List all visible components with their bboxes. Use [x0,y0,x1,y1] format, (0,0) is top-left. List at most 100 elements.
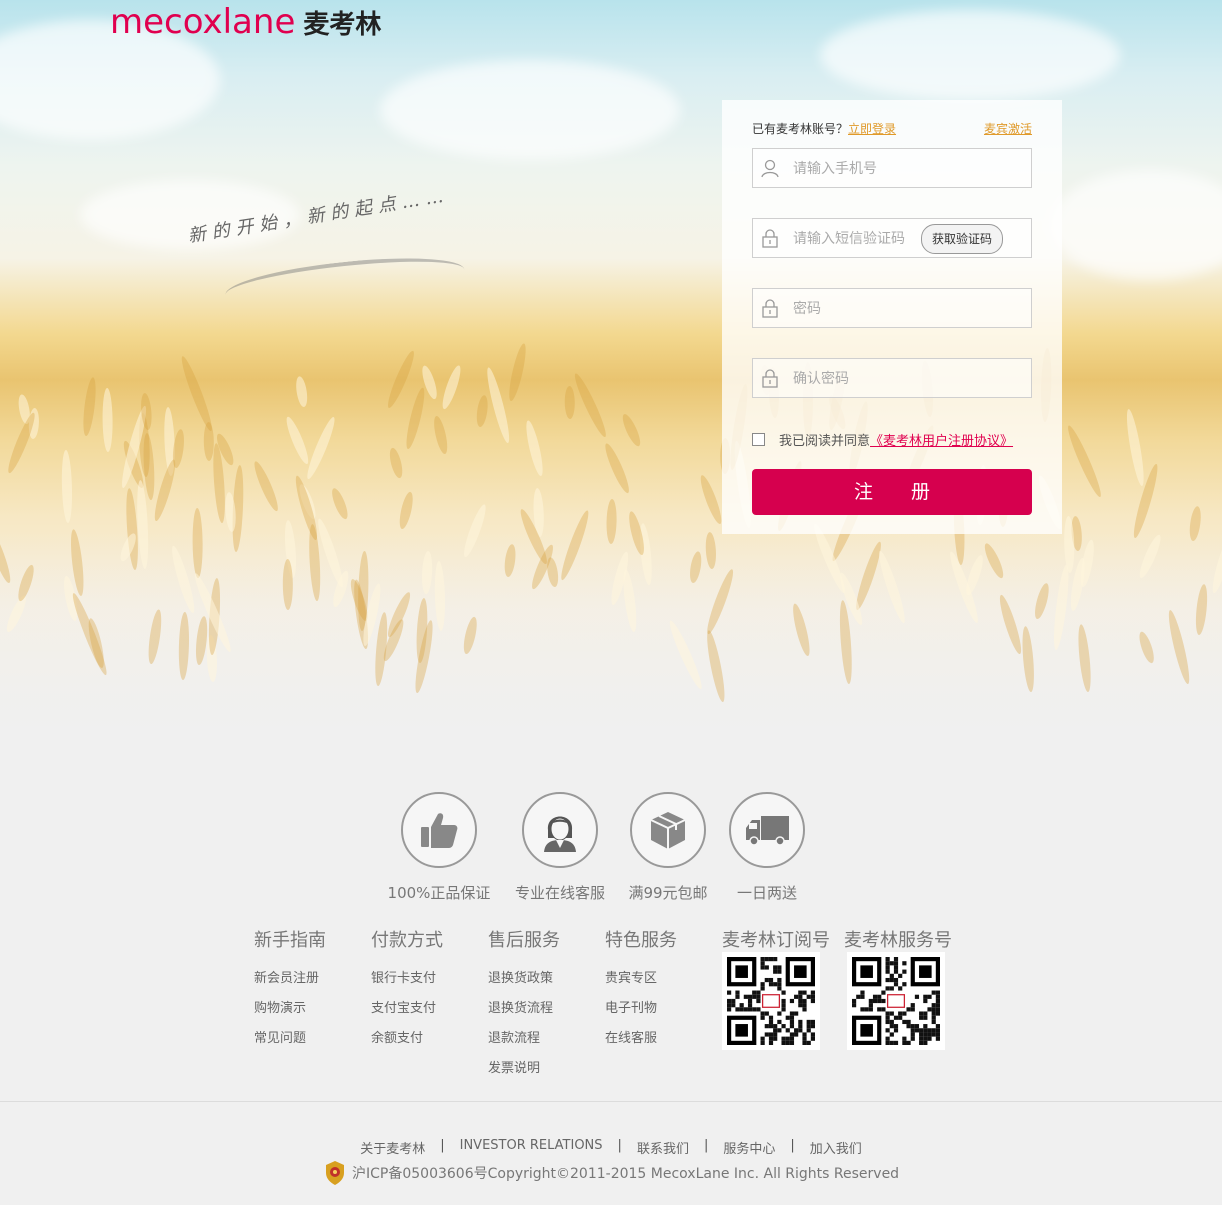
list-item[interactable]: 贵宾专区 [605,964,677,994]
wheat-stalk-decoration [619,412,644,449]
wheat-stalk-decoration [397,490,416,530]
sms-code-field[interactable]: 获取验证码 [752,218,1032,259]
login-link[interactable]: 立即登录 [848,122,896,136]
qr-code-icon [722,952,820,1050]
wheat-stalk-decoration [1209,531,1222,595]
wheat-stalk-decoration [283,414,312,466]
wheat-stalk-decoration [475,394,490,428]
user-icon [761,159,779,178]
footer-link-join[interactable]: 加入我们 [810,1138,862,1157]
list-item[interactable]: 退款流程 [488,1024,560,1054]
password-field[interactable] [752,288,1032,329]
wheat-stalk-decoration [1123,408,1147,487]
wheat-stalk-decoration [439,363,464,411]
wheat-stalk-decoration [564,385,575,420]
wheat-stalk-decoration [282,558,293,610]
copyright-row: 沪ICP备05003606号Copyright©2011-2015 MecoxL… [322,1160,899,1186]
list-item[interactable]: 在线客服 [605,1024,677,1054]
wheat-stalk-decoration [1076,623,1093,693]
footer-separator: | [617,1138,622,1153]
wheat-stalk-decoration [571,371,610,439]
password-input[interactable] [791,289,1025,329]
copyright-text: 沪ICP备05003606号Copyright©2011-2015 MecoxL… [352,1166,900,1182]
customer-service-icon [522,792,598,868]
confirm-password-input[interactable] [791,359,1025,399]
register-panel: 已有麦考林账号？立即登录 麦宾激活 获取验证码 [722,100,1062,534]
phone-field[interactable] [752,148,1032,189]
wheat-stalk-decoration [329,486,351,521]
wheat-stalk-decoration [192,507,203,579]
qr-title-service: 麦考林服务号 [844,930,952,951]
activate-link[interactable]: 麦宾激活 [984,120,1032,137]
wheat-stalk-decoration [178,611,190,681]
wheat-stalk-decoration [102,387,113,453]
agree-checkbox[interactable] [752,433,765,446]
wheat-stalk-decoration [60,449,73,524]
confirm-password-field[interactable] [752,358,1032,399]
list-item[interactable]: 购物演示 [254,994,326,1024]
wheat-stalk-decoration [177,354,216,433]
footer-link-service-center[interactable]: 服务中心 [723,1138,775,1157]
wheat-stalk-decoration [250,459,282,514]
footer-separator: | [703,1138,709,1153]
wheat-stalk-decoration [506,342,529,402]
logo-text-cn: 麦考林 [303,10,382,40]
wheat-stalk-decoration [1165,608,1193,686]
wheat-stalk-decoration [981,541,1007,581]
feature-label: 100%正品保证 [387,884,491,902]
list-item[interactable]: 新会员注册 [254,964,326,994]
wheat-stalk-decoration [483,366,513,445]
list-item[interactable]: 退换货政策 [488,964,560,994]
logo-text-en: mecoxlane [110,2,296,42]
agree-text: 我已阅读并同意 [779,434,871,449]
list-item[interactable]: 常见问题 [254,1024,326,1054]
wheat-stalk-decoration [1020,625,1036,693]
wheat-stalk-decoration [1136,630,1157,665]
register-button[interactable]: 注册 [752,469,1032,515]
list-item[interactable]: 发票说明 [488,1054,560,1084]
lock-icon [762,229,778,248]
footer-link-investor[interactable]: INVESTOR RELATIONS [460,1138,603,1157]
qr-title-subscription: 麦考林订阅号 [722,930,830,951]
list-item[interactable]: 电子刊物 [605,994,677,1024]
feature-label: 满99元包邮 [628,884,708,902]
wheat-stalk-decoration [1032,581,1052,621]
wheat-stalk-decoration [1194,583,1210,636]
wheat-stalk-decoration [431,414,450,456]
wheat-stalk-decoration [0,526,14,585]
list-item[interactable]: 支付宝支付 [371,994,443,1024]
panel-header: 已有麦考林账号？立即登录 麦宾激活 [752,120,1032,137]
feature-twice-daily: 一日两送 [727,792,807,903]
column-title: 付款方式 [371,930,443,951]
footer-links: 关于麦考林 | INVESTOR RELATIONS | 联系我们 | 服务中心… [0,1138,1222,1157]
wheat-stalk-decoration [703,629,728,704]
wheat-stalk-decoration [146,608,164,665]
footer-link-about[interactable]: 关于麦考林 [360,1138,425,1157]
qr-code-icon [847,952,945,1050]
footer-separator: | [440,1138,445,1153]
list-item[interactable]: 退换货流程 [488,994,560,1024]
wheat-stalk-decoration [665,618,706,692]
wheat-stalk-decoration [557,508,593,583]
has-account-text: 已有麦考林账号？ [752,122,849,136]
wheat-stalk-decoration [403,386,428,450]
footer-divider [0,1101,1222,1102]
wheat-stalk-decoration [606,498,618,545]
brand-logo[interactable]: mecoxlane 麦考林 [110,0,381,44]
list-item[interactable]: 余额支付 [371,1024,443,1054]
wheat-stalk-decoration [68,591,111,678]
agreement-link[interactable]: 《麦考林用户注册协议》 [870,430,1013,449]
list-item[interactable]: 银行卡支付 [371,964,443,994]
wheat-stalk-decoration [81,376,98,437]
police-badge-icon[interactable] [322,1160,348,1186]
wheat-stalk-decoration [203,421,214,461]
wheat-stalk-decoration [1051,564,1072,651]
wheat-stalk-decoration [1136,532,1165,580]
phone-input[interactable] [791,149,1025,189]
sms-code-input[interactable] [791,219,925,259]
column-aftersales: 售后服务 退换货政策 退换货流程 退款流程 发票说明 [488,926,560,1084]
footer-link-contact[interactable]: 联系我们 [637,1138,689,1157]
feature-label: 一日两送 [736,884,797,902]
get-sms-code-button[interactable]: 获取验证码 [921,224,1003,254]
footer-separator: | [790,1138,795,1153]
